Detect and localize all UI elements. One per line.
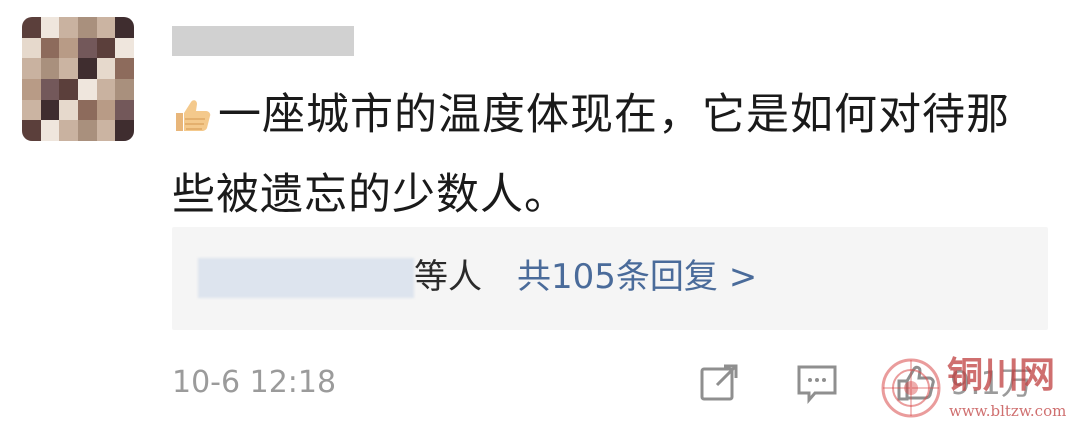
- mosaic-cell: [299, 26, 318, 56]
- mosaic-cell: [198, 258, 216, 298]
- mosaic-cell: [59, 99, 78, 121]
- mosaic-cell: [96, 78, 116, 100]
- mosaic-cell: [281, 26, 300, 56]
- mosaic-cell: [77, 58, 97, 79]
- mosaic-cell: [59, 17, 78, 38]
- mosaic-cell: [40, 99, 60, 121]
- mosaic-cell: [40, 120, 60, 141]
- mosaic-cell: [22, 120, 41, 141]
- mosaic-cell: [288, 258, 306, 298]
- mosaic-cell: [226, 26, 245, 56]
- username-blurred[interactable]: [172, 26, 354, 56]
- forward-icon[interactable]: [697, 361, 741, 405]
- mosaic-cell: [244, 26, 263, 56]
- mosaic-cell: [252, 258, 270, 298]
- mosaic-cell: [360, 258, 378, 298]
- mosaic-cell: [317, 26, 336, 56]
- mosaic-cell: [77, 78, 97, 100]
- mosaic-cell: [208, 26, 227, 56]
- like-icon[interactable]: [893, 361, 937, 405]
- mosaic-cell: [306, 258, 324, 298]
- mosaic-cell: [216, 258, 234, 298]
- mosaic-cell: [77, 37, 97, 59]
- mosaic-cell: [22, 17, 41, 38]
- mosaic-cell: [59, 58, 78, 79]
- mosaic-cell: [96, 99, 116, 121]
- mosaic-cell: [77, 120, 97, 141]
- reply-names-blurred: [198, 258, 414, 298]
- mosaic-cell: [115, 78, 134, 100]
- mosaic-cell: [40, 17, 60, 38]
- timestamp: 10-6 12:18: [172, 365, 337, 400]
- like-count: 9.1万: [950, 364, 1033, 402]
- mosaic-cell: [59, 78, 78, 100]
- mosaic-cell: [96, 120, 116, 141]
- mosaic-cell: [40, 37, 60, 59]
- mosaic-cell: [115, 99, 134, 121]
- mosaic-cell: [115, 120, 134, 141]
- mosaic-cell: [115, 37, 134, 59]
- mosaic-cell: [324, 258, 342, 298]
- mosaic-cell: [115, 17, 134, 38]
- view-replies-link[interactable]: 共105条回复 >: [517, 249, 757, 305]
- comment-body: 一座城市的温度体现在，它是如何对待那些被遗忘的少数人。: [172, 90, 1010, 220]
- mosaic-cell: [335, 26, 354, 56]
- mosaic-cell: [22, 99, 41, 121]
- mosaic-cell: [172, 26, 191, 56]
- avatar[interactable]: [22, 17, 134, 141]
- reply-suffix: 等人: [414, 257, 482, 297]
- mosaic-cell: [234, 258, 252, 298]
- mosaic-cell: [77, 17, 97, 38]
- mosaic-cell: [396, 258, 414, 298]
- mosaic-cell: [77, 99, 97, 121]
- reply-summary[interactable]: 等人 共105条回复 >: [172, 227, 1048, 330]
- mosaic-cell: [22, 78, 41, 100]
- mosaic-cell: [342, 258, 360, 298]
- mosaic-cell: [59, 37, 78, 59]
- comment-text: 一座城市的温度体现在，它是如何对待那些被遗忘的少数人。: [172, 78, 1052, 232]
- mosaic-cell: [22, 58, 41, 79]
- mosaic-cell: [96, 37, 116, 59]
- mosaic-cell: [263, 26, 282, 56]
- mosaic-cell: [115, 58, 134, 79]
- comment-actions: 10-6 12:18 9.1万: [0, 355, 1080, 411]
- mosaic-cell: [96, 58, 116, 79]
- mosaic-cell: [59, 120, 78, 141]
- mosaic-cell: [270, 258, 288, 298]
- comment-icon[interactable]: [795, 361, 839, 405]
- mosaic-cell: [40, 78, 60, 100]
- mosaic-cell: [22, 37, 41, 59]
- mosaic-cell: [378, 258, 396, 298]
- mosaic-cell: [40, 58, 60, 79]
- thumbs-up-icon: [172, 84, 212, 158]
- mosaic-cell: [190, 26, 209, 56]
- mosaic-cell: [96, 17, 116, 38]
